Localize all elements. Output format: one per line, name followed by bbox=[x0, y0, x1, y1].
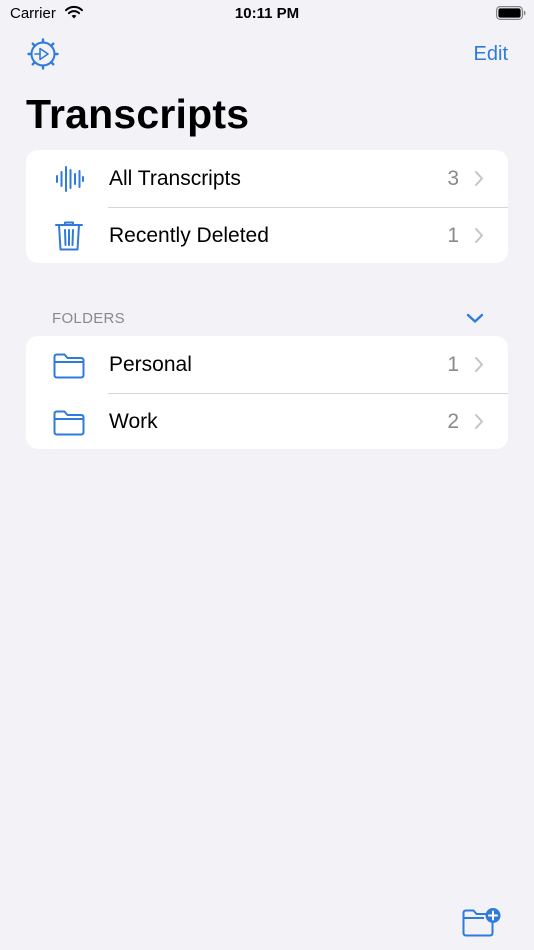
status-time: 10:11 PM bbox=[234, 5, 300, 22]
folder-icon bbox=[53, 410, 85, 436]
trash-icon bbox=[55, 221, 83, 251]
page-title: Transcripts bbox=[26, 91, 250, 137]
list-item-folder-personal[interactable]: Personal 1 bbox=[26, 336, 508, 393]
chevron-right-icon bbox=[475, 171, 483, 186]
folders-list: Personal 1 Work 2 bbox=[26, 336, 508, 449]
chevron-right-icon bbox=[475, 414, 483, 429]
list-item-label: Work bbox=[109, 410, 158, 433]
list-item-recently-deleted[interactable]: Recently Deleted 1 bbox=[26, 207, 508, 263]
chevron-down-icon[interactable] bbox=[466, 312, 484, 324]
list-item-count: 1 bbox=[447, 353, 459, 376]
list-item-count: 2 bbox=[447, 410, 459, 433]
library-list: All Transcripts 3 Recently Deleted 1 bbox=[26, 150, 508, 263]
folders-section-header: FOLDERS bbox=[52, 310, 125, 327]
list-item-label: Recently Deleted bbox=[109, 224, 269, 247]
new-folder-icon[interactable] bbox=[462, 906, 502, 938]
list-item-count: 3 bbox=[447, 167, 459, 190]
list-item-folder-work[interactable]: Work 2 bbox=[26, 393, 508, 449]
list-item-all-transcripts[interactable]: All Transcripts 3 bbox=[26, 150, 508, 207]
list-item-label: All Transcripts bbox=[109, 167, 241, 190]
list-item-count: 1 bbox=[447, 224, 459, 247]
folder-icon bbox=[53, 353, 85, 379]
chevron-right-icon bbox=[475, 357, 483, 372]
transcripts-screen: Carrier 10:11 PM Edit Transcripts All Tr… bbox=[0, 0, 534, 950]
list-item-label: Personal bbox=[109, 353, 192, 376]
settings-gear-icon[interactable] bbox=[26, 37, 60, 71]
battery-icon bbox=[496, 6, 526, 20]
edit-button[interactable]: Edit bbox=[474, 43, 508, 66]
status-bar: Carrier 10:11 PM bbox=[0, 0, 534, 28]
waveform-icon bbox=[56, 166, 84, 192]
chevron-right-icon bbox=[475, 228, 483, 243]
